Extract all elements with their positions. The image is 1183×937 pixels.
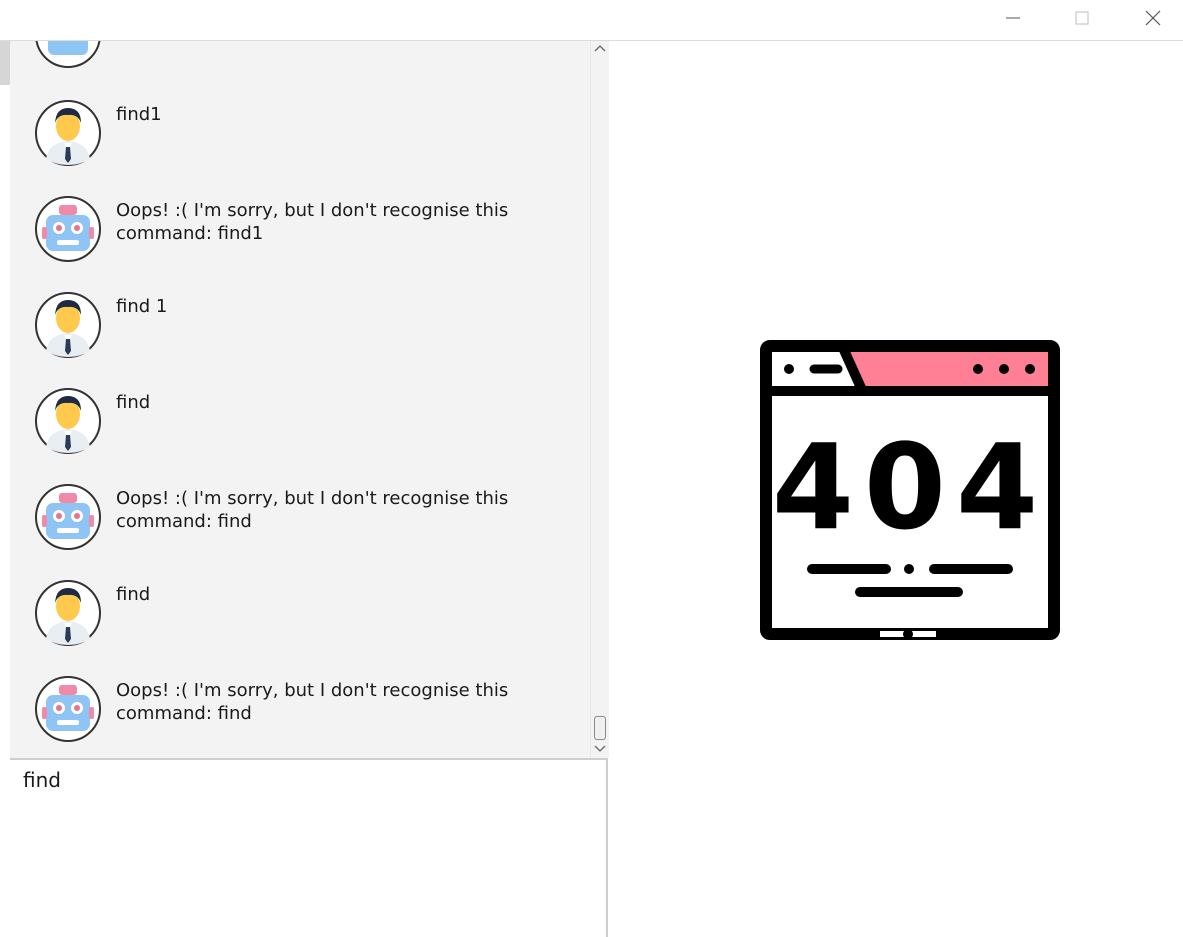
list-item <box>34 41 574 97</box>
robot-avatar-icon <box>35 196 101 262</box>
chat-message-user: find <box>34 387 574 483</box>
chat-scrollbar[interactable] <box>590 41 609 758</box>
scrollbar-thumb[interactable] <box>594 716 606 740</box>
user-avatar-icon <box>35 580 101 646</box>
maximize-icon <box>1075 11 1089 25</box>
message-text: find 1 <box>116 296 168 317</box>
message-text: Oops! :( I'm sorry, but I don't recognis… <box>116 488 515 532</box>
chat-message-bot: Oops! :( I'm sorry, but I don't recognis… <box>34 483 574 579</box>
message-text: Oops! :( I'm sorry, but I don't recognis… <box>116 200 515 244</box>
chat-message-user: find1 <box>34 99 574 195</box>
message-list[interactable]: find1 Oops! :( I'm sorry, but I don't re… <box>10 41 590 758</box>
chat-message-user: find <box>34 579 574 675</box>
minimize-icon <box>1006 17 1020 19</box>
message-input[interactable]: find <box>10 758 608 937</box>
scroll-up-icon[interactable] <box>594 43 606 55</box>
error-404-icon: 404 <box>760 340 1060 640</box>
error-code-text: 404 <box>772 418 1048 556</box>
minimize-button[interactable] <box>990 0 1036 36</box>
message-text: find1 <box>116 104 162 125</box>
chat-panel: find1 Oops! :( I'm sorry, but I don't re… <box>10 41 610 937</box>
user-avatar-icon <box>35 388 101 454</box>
outer-scrollbar-thumb[interactable] <box>0 41 10 85</box>
title-bar <box>0 0 1183 41</box>
user-avatar-icon <box>35 292 101 358</box>
robot-avatar-icon <box>35 676 101 742</box>
chat-message-bot: Oops! :( I'm sorry, but I don't recognis… <box>34 675 574 758</box>
scroll-down-icon[interactable] <box>594 742 606 754</box>
message-text: find <box>116 392 151 413</box>
chat-message-bot: Oops! :( I'm sorry, but I don't recognis… <box>34 195 574 291</box>
robot-avatar-icon <box>35 484 101 550</box>
chat-message-user: find 1 <box>34 291 574 387</box>
content-panel: 404 <box>610 41 1183 937</box>
robot-avatar-icon <box>35 41 101 68</box>
close-icon <box>1145 10 1161 26</box>
user-avatar-icon <box>35 100 101 166</box>
maximize-button[interactable] <box>1059 0 1105 36</box>
message-text: find <box>116 584 151 605</box>
outer-scrollbar[interactable] <box>0 41 10 937</box>
close-button[interactable] <box>1130 0 1176 36</box>
message-text: Oops! :( I'm sorry, but I don't recognis… <box>116 680 515 724</box>
message-input-value: find <box>23 768 61 792</box>
